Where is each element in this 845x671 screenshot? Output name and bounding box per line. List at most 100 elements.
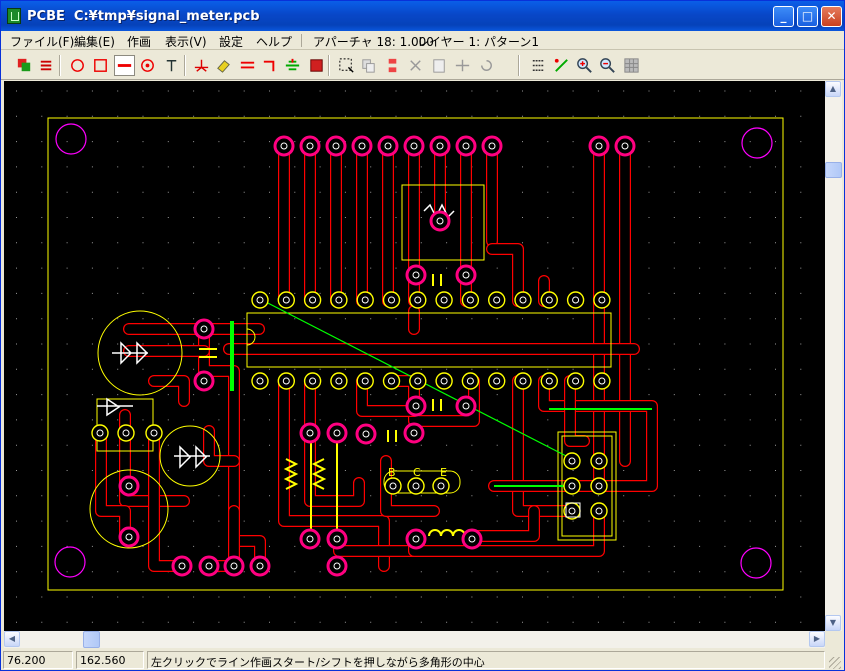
menu-edit[interactable]: 編集(E) — [74, 33, 115, 50]
horizontal-scroll-thumb[interactable] — [83, 631, 100, 648]
ic-pin-pad — [461, 291, 480, 309]
transistor-pin-label: B — [388, 466, 396, 479]
ic-pin-pad — [382, 372, 401, 390]
transistor-pad — [432, 477, 450, 495]
menu-settings[interactable]: 設定 — [219, 33, 243, 50]
list-icon — [532, 60, 545, 71]
pad — [405, 528, 427, 550]
parallel-tool-button[interactable] — [237, 55, 258, 76]
toolbar-separator — [328, 55, 330, 76]
rotate-tool-button[interactable] — [476, 55, 497, 76]
line-tool-icon — [117, 64, 132, 67]
list-tool-button[interactable] — [528, 55, 549, 76]
copy-icon — [362, 59, 375, 73]
pcb-drawing[interactable]: BCE — [4, 81, 825, 631]
ic-pin-pad — [330, 291, 348, 309]
maximize-button[interactable]: □ — [797, 6, 818, 27]
scroll-left-arrow[interactable]: ◀ — [4, 631, 20, 647]
ic-body-outline — [246, 312, 612, 368]
resize-grip-icon[interactable] — [829, 657, 841, 669]
scroll-right-arrow[interactable]: ▶ — [809, 631, 825, 647]
corner-icon — [263, 60, 275, 72]
pad — [249, 555, 271, 577]
ic-pin-pad — [566, 291, 585, 309]
trace-inner — [334, 531, 419, 556]
flip-tool-button[interactable] — [36, 55, 57, 76]
layer-swap-tool-button[interactable] — [382, 55, 403, 76]
pad — [355, 423, 377, 445]
zoom-out-tool-button[interactable] — [597, 55, 618, 76]
regulator-pad — [117, 424, 135, 442]
toolbar-separator — [518, 55, 520, 76]
menu-view[interactable]: 表示(V) — [165, 33, 207, 50]
line-tool-tool-button[interactable] — [114, 55, 135, 76]
pad — [326, 555, 348, 577]
transistor-pad — [407, 477, 425, 495]
pad — [405, 395, 427, 417]
corner-tool-button[interactable] — [260, 55, 281, 76]
title-bar[interactable]: PCBE C:¥tmp¥signal_meter.pcb _ □ ✕ — [1, 1, 844, 31]
close-button[interactable]: ✕ — [821, 6, 842, 27]
horizontal-scrollbar[interactable]: ◀ ▶ — [4, 631, 825, 648]
ic-pin-pad — [409, 291, 427, 309]
menu-divider — [301, 34, 302, 47]
ic-pin-pad — [514, 291, 532, 309]
pad — [193, 370, 215, 392]
minimize-button[interactable]: _ — [773, 6, 794, 27]
paste-icon — [433, 59, 445, 73]
zoom-in-tool-button[interactable] — [574, 55, 595, 76]
cut-tool-button[interactable] — [405, 55, 426, 76]
status-y-coordinate: 162.560 — [76, 651, 144, 669]
ic-pin-pad — [251, 372, 269, 390]
pad — [405, 264, 427, 286]
pad — [118, 526, 140, 548]
ic-pin-pad — [409, 372, 427, 390]
trimmer-pad — [429, 210, 451, 232]
scroll-up-arrow[interactable]: ▲ — [825, 81, 841, 97]
app-window: PCBE C:¥tmp¥signal_meter.pcb _ □ ✕ ファイル(… — [0, 0, 845, 671]
pad — [326, 528, 348, 550]
connector-pad — [590, 502, 608, 520]
header-pad — [325, 135, 347, 157]
layers-tool-button[interactable] — [14, 55, 35, 76]
ic-pin-pad — [303, 372, 322, 390]
pad — [198, 555, 220, 577]
mirror-tool-button[interactable] — [452, 55, 473, 76]
select-area-tool-button[interactable] — [336, 55, 357, 76]
vertical-scroll-thumb[interactable] — [825, 162, 842, 178]
scroll-down-arrow[interactable]: ▼ — [825, 615, 841, 631]
mirror-icon — [455, 59, 470, 72]
zoom-in-icon — [577, 58, 592, 73]
menu-file[interactable]: ファイル(F) — [10, 33, 74, 50]
grid-tool-button[interactable] — [621, 55, 642, 76]
rect-tool-tool-button[interactable] — [90, 55, 111, 76]
status-x-coordinate: 76.200 — [3, 651, 73, 669]
align-tool-button[interactable] — [282, 55, 303, 76]
pcb-canvas[interactable]: BCE — [4, 81, 825, 631]
fill-tool-button[interactable] — [306, 55, 327, 76]
eraser-icon — [217, 60, 230, 73]
header-pad — [614, 135, 636, 157]
mounting-hole — [54, 546, 86, 578]
circle-tool-tool-button[interactable] — [67, 55, 88, 76]
paste-tool-button[interactable] — [429, 55, 450, 76]
ic-pin-pad — [303, 291, 322, 309]
text-tool-tool-button[interactable] — [161, 55, 182, 76]
vertical-scrollbar[interactable]: ▲ ▼ — [825, 81, 842, 631]
text-tool-icon — [166, 60, 177, 72]
menu-draw[interactable]: 作画 — [127, 33, 151, 50]
layer-info: レイヤー 1: パターン1 — [417, 35, 539, 49]
measure-tool-button[interactable] — [551, 55, 572, 76]
eraser-tool-button[interactable] — [213, 55, 234, 76]
copy-tool-button[interactable] — [358, 55, 379, 76]
regulator-pad — [145, 424, 163, 442]
circle-tool-icon — [71, 59, 84, 72]
header-pad — [273, 135, 295, 157]
menu-help[interactable]: ヘルプ — [256, 33, 292, 50]
ic-pin-pad — [435, 372, 453, 390]
junction-tool-button[interactable] — [191, 55, 212, 76]
connector-pad — [563, 477, 581, 495]
toolbar-separator — [59, 55, 61, 76]
pad-tool-tool-button[interactable] — [137, 55, 158, 76]
pad — [461, 528, 483, 550]
